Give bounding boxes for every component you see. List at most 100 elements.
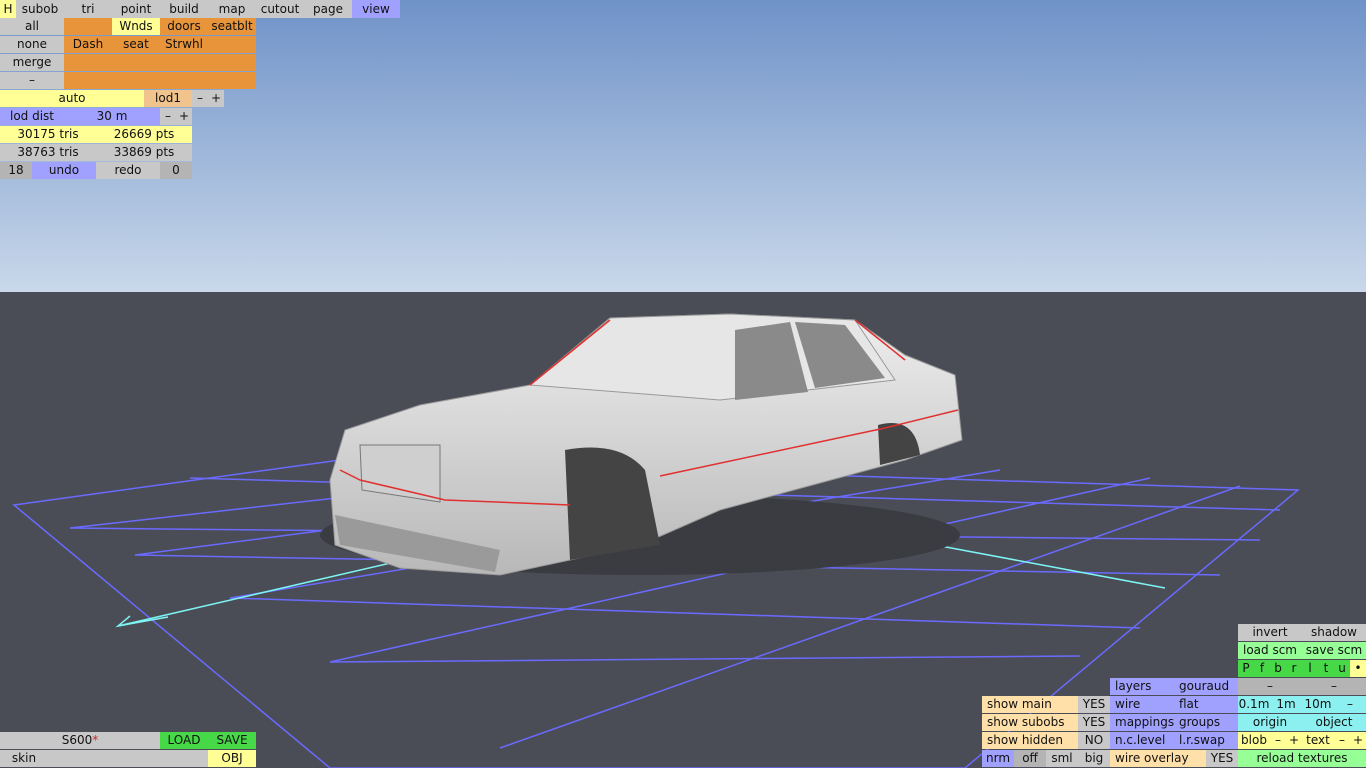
load-button[interactable]: LOAD (160, 732, 208, 749)
lod1-button[interactable]: lod1 (144, 90, 192, 107)
off-button[interactable]: off (1014, 750, 1046, 767)
lod-dist-label: lod dist (0, 108, 64, 125)
dash-button-1[interactable]: – (1238, 678, 1302, 695)
lod-dist-plus-button[interactable]: + (176, 108, 192, 125)
flat-button[interactable]: flat (1174, 696, 1238, 713)
lr-swap-button[interactable]: l.r.swap (1174, 732, 1238, 749)
view-dot-button[interactable]: • (1350, 660, 1366, 677)
menu-cutout-button[interactable]: cutout (256, 0, 304, 18)
group-slot[interactable] (160, 72, 208, 89)
group-slot[interactable] (208, 72, 256, 89)
mappings-button[interactable]: mappings (1110, 714, 1174, 731)
group-slot[interactable] (208, 54, 256, 71)
menu-page-button[interactable]: page (304, 0, 352, 18)
blob-minus-button[interactable]: – (1270, 732, 1286, 749)
select-none-button[interactable]: none (0, 36, 64, 53)
nrm-button[interactable]: nrm (982, 750, 1014, 767)
save-scm-button[interactable]: save scm (1302, 642, 1366, 659)
menu-build-button[interactable]: build (160, 0, 208, 18)
group-slot[interactable] (112, 54, 160, 71)
menu-map-button[interactable]: map (208, 0, 256, 18)
tris-count-lod1: 30175 tris (0, 126, 96, 143)
group-slot[interactable] (112, 72, 160, 89)
origin-button[interactable]: origin (1238, 714, 1302, 731)
lod-plus-button[interactable]: + (208, 90, 224, 107)
blob-plus-button[interactable]: + (1286, 732, 1302, 749)
undo-button[interactable]: undo (32, 162, 96, 179)
show-hidden-button[interactable]: show hidden (982, 732, 1078, 749)
text-minus-button[interactable]: – (1334, 732, 1350, 749)
group-slot[interactable] (208, 36, 256, 53)
wire-button[interactable]: wire (1110, 696, 1174, 713)
group-dash[interactable]: Dash (64, 36, 112, 53)
show-main-button[interactable]: show main (982, 696, 1078, 713)
big-button[interactable]: big (1078, 750, 1110, 767)
group-doors[interactable]: doors (160, 18, 208, 35)
view-p-button[interactable]: P (1238, 660, 1254, 677)
undo-count: 18 (0, 162, 32, 179)
reload-textures-button[interactable]: reload textures (1238, 750, 1366, 767)
show-main-toggle[interactable]: YES (1078, 696, 1110, 713)
menu-h-button[interactable]: H (0, 0, 16, 18)
lod-minus-button[interactable]: – (192, 90, 208, 107)
group-strwhl[interactable]: Strwhl (160, 36, 208, 53)
blob-button[interactable]: blob (1238, 732, 1270, 749)
redo-count: 0 (160, 162, 192, 179)
nc-level-button[interactable]: n.c.level (1110, 732, 1174, 749)
object-button[interactable]: object (1302, 714, 1366, 731)
show-hidden-toggle[interactable]: NO (1078, 732, 1110, 749)
show-subobs-button[interactable]: show subobs (982, 714, 1078, 731)
redo-button[interactable]: redo (96, 162, 160, 179)
sml-button[interactable]: sml (1046, 750, 1078, 767)
group-seatblt[interactable]: seatblt (208, 18, 256, 35)
group-wnds[interactable]: Wnds (112, 18, 160, 35)
lod-dist-minus-button[interactable]: – (160, 108, 176, 125)
obj-button[interactable]: OBJ (208, 750, 256, 767)
load-scm-button[interactable]: load scm (1238, 642, 1302, 659)
view-top-button[interactable]: t (1318, 660, 1334, 677)
text-button[interactable]: text (1302, 732, 1334, 749)
invert-button[interactable]: invert (1238, 624, 1302, 641)
3d-viewport[interactable] (0, 0, 1366, 768)
lod-dist-value[interactable]: 30 m (64, 108, 160, 125)
grid-10m-button[interactable]: 10m (1302, 696, 1334, 713)
modified-mark: * (92, 733, 99, 747)
file-name: S600 (61, 733, 93, 747)
group-slot[interactable] (64, 54, 112, 71)
grid-1m-button[interactable]: 1m (1270, 696, 1302, 713)
view-right-button[interactable]: r (1286, 660, 1302, 677)
shadow-button[interactable]: shadow (1302, 624, 1366, 641)
save-button[interactable]: SAVE (208, 732, 256, 749)
view-front-button[interactable]: f (1254, 660, 1270, 677)
menu-point-button[interactable]: point (112, 0, 160, 18)
group-seat[interactable]: seat (112, 36, 160, 53)
show-subobs-toggle[interactable]: YES (1078, 714, 1110, 731)
grid-minus-button[interactable]: – (1334, 696, 1366, 713)
dash-button-2[interactable]: – (1302, 678, 1366, 695)
group-slot[interactable] (64, 72, 112, 89)
view-back-button[interactable]: b (1270, 660, 1286, 677)
view-left-button[interactable]: l (1302, 660, 1318, 677)
groups-button[interactable]: groups (1174, 714, 1238, 731)
menu-subob-button[interactable]: subob (16, 0, 64, 18)
tris-count-total: 38763 tris (0, 144, 96, 161)
pts-count-lod1: 26669 pts (96, 126, 192, 143)
file-name-field[interactable]: S600* (0, 732, 160, 749)
text-plus-button[interactable]: + (1350, 732, 1366, 749)
skin-field[interactable] (48, 750, 208, 767)
skin-button[interactable]: skin (0, 750, 48, 767)
view-under-button[interactable]: u (1334, 660, 1350, 677)
gouraud-button[interactable]: gouraud (1174, 678, 1238, 695)
layers-button[interactable]: layers (1110, 678, 1174, 695)
group-slot[interactable] (160, 54, 208, 71)
minus-button[interactable]: – (0, 72, 64, 89)
merge-button[interactable]: merge (0, 54, 64, 71)
group-slot[interactable] (64, 18, 112, 35)
select-all-button[interactable]: all (0, 18, 64, 35)
lod-auto-button[interactable]: auto (0, 90, 144, 107)
grid-0-1m-button[interactable]: 0.1m (1238, 696, 1270, 713)
wire-overlay-button[interactable]: wire overlay (1110, 750, 1206, 767)
menu-tri-button[interactable]: tri (64, 0, 112, 18)
menu-view-button[interactable]: view (352, 0, 400, 18)
wire-overlay-toggle[interactable]: YES (1206, 750, 1238, 767)
